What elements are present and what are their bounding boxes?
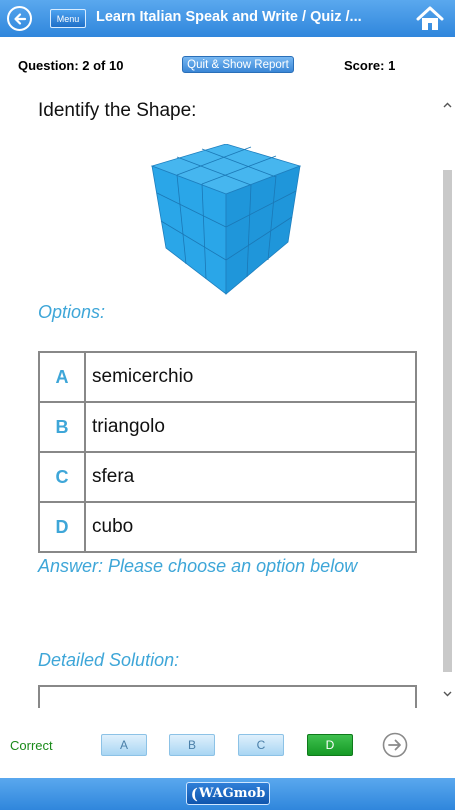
vertical-scrollbar[interactable] — [440, 96, 455, 708]
option-letter: D — [40, 503, 86, 551]
question-counter: Question: 2 of 10 — [18, 58, 124, 73]
score-label: Score: 1 — [344, 58, 396, 73]
option-text: semicerchio — [92, 366, 194, 387]
options-table: A semicerchio B triangolo C sfera D cubo — [38, 351, 417, 553]
option-row-a[interactable]: A semicerchio — [40, 353, 415, 403]
page-title: Learn Italian Speak and Write / Quiz /..… — [96, 9, 362, 25]
wagmob-logo-icon: ( — [190, 784, 198, 803]
detailed-solution-box — [38, 685, 417, 708]
answer-button-b[interactable]: B — [169, 734, 215, 756]
brand-name: WAGmob — [198, 786, 266, 801]
option-letter: A — [40, 353, 86, 401]
option-text: cubo — [92, 516, 134, 537]
answer-bar: Correct A B C D — [0, 732, 455, 760]
option-text: triangolo — [92, 416, 165, 437]
chevron-down-icon[interactable] — [442, 688, 453, 699]
options-heading: Options: — [38, 302, 106, 322]
footer-bar: ( WAGmob — [0, 778, 455, 810]
result-label: Correct — [10, 738, 53, 753]
wagmob-logo-button[interactable]: ( WAGmob — [186, 782, 270, 805]
option-row-b[interactable]: B triangolo — [40, 403, 415, 453]
answer-status: Answer: Please choose an option below — [38, 556, 358, 576]
back-button[interactable] — [7, 6, 32, 31]
title-bar: Menu Learn Italian Speak and Write / Qui… — [0, 0, 455, 37]
quiz-status-row: Question: 2 of 10 Quit & Show Report Sco… — [0, 56, 455, 74]
option-text: sfera — [92, 466, 135, 487]
question-prompt: Identify the Shape: — [38, 100, 197, 121]
answer-button-c[interactable]: C — [238, 734, 284, 756]
menu-button[interactable]: Menu — [50, 9, 86, 28]
next-arrow-icon[interactable] — [382, 732, 408, 758]
scrollbar-thumb[interactable] — [443, 170, 452, 672]
answer-button-a[interactable]: A — [101, 734, 147, 756]
option-letter: C — [40, 453, 86, 501]
answer-button-d[interactable]: D — [307, 734, 353, 756]
option-row-c[interactable]: C sfera — [40, 453, 415, 503]
home-icon[interactable] — [416, 5, 444, 32]
blue-cube-image — [150, 144, 302, 295]
back-arrow-icon — [13, 12, 26, 25]
option-row-d[interactable]: D cubo — [40, 503, 415, 551]
option-letter: B — [40, 403, 86, 451]
detailed-solution-heading: Detailed Solution: — [38, 650, 180, 670]
chevron-up-icon[interactable] — [442, 100, 453, 111]
quit-show-report-button[interactable]: Quit & Show Report — [182, 56, 294, 73]
question-content[interactable]: Identify the Shape: Options: A semicerch… — [0, 96, 455, 708]
